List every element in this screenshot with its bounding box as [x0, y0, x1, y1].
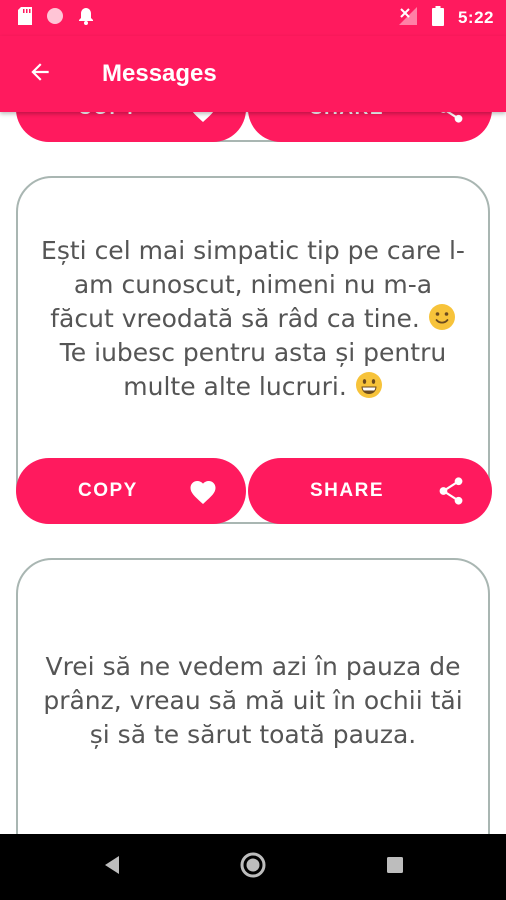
nav-home-button[interactable]	[223, 837, 283, 897]
message-card: Ești cel mai simpatic tip pe care l-am c…	[16, 176, 492, 524]
heart-icon	[188, 477, 218, 505]
share-button[interactable]: SHARE	[248, 458, 492, 524]
status-bar: 5:22	[0, 0, 506, 36]
heart-icon	[188, 112, 218, 123]
page-title: Messages	[102, 60, 217, 87]
share-button[interactable]: SHARE	[248, 112, 492, 142]
copy-button[interactable]: COPY	[16, 112, 246, 142]
grinning-face-icon	[355, 371, 383, 399]
bell-icon	[78, 7, 94, 30]
home-circle-icon	[239, 851, 267, 884]
message-text-part: Te iubesc pentru asta și pentru multe al…	[59, 338, 447, 401]
message-card: Vrei să ne vedem azi în pauza de prânz, …	[16, 558, 490, 834]
share-icon	[438, 477, 464, 505]
back-button[interactable]	[0, 36, 80, 112]
status-right: 5:22	[398, 5, 494, 31]
slightly-smiling-face-icon	[428, 303, 456, 331]
notification-dot-icon	[46, 7, 64, 30]
share-icon	[438, 112, 464, 123]
share-label: SHARE	[310, 112, 384, 120]
copy-button[interactable]: COPY	[16, 458, 246, 524]
nav-back-button[interactable]	[82, 837, 142, 897]
status-left	[18, 6, 94, 30]
copy-label: COPY	[78, 112, 138, 120]
back-triangle-icon	[103, 855, 121, 880]
share-label: SHARE	[310, 480, 385, 501]
message-card: COPY SHARE	[16, 112, 492, 142]
signal-off-icon	[398, 6, 418, 31]
messages-list[interactable]: COPY SHARE Ești cel mai simpatic tip pe …	[0, 112, 506, 834]
status-time: 5:22	[457, 8, 494, 27]
app-bar: Messages	[0, 36, 506, 112]
sd-card-icon	[18, 6, 32, 30]
recents-square-icon	[386, 856, 404, 879]
message-text: Vrei să ne vedem azi în pauza de prânz, …	[43, 652, 463, 749]
system-nav-bar	[0, 834, 506, 900]
copy-label: COPY	[78, 480, 138, 501]
arrow-left-icon	[27, 59, 53, 90]
nav-recents-button[interactable]	[365, 837, 425, 897]
message-text: Ești cel mai simpatic tip pe care l-am c…	[18, 234, 488, 404]
message-text-part: Ești cel mai simpatic tip pe care l-am c…	[41, 236, 465, 333]
battery-icon	[431, 5, 444, 31]
